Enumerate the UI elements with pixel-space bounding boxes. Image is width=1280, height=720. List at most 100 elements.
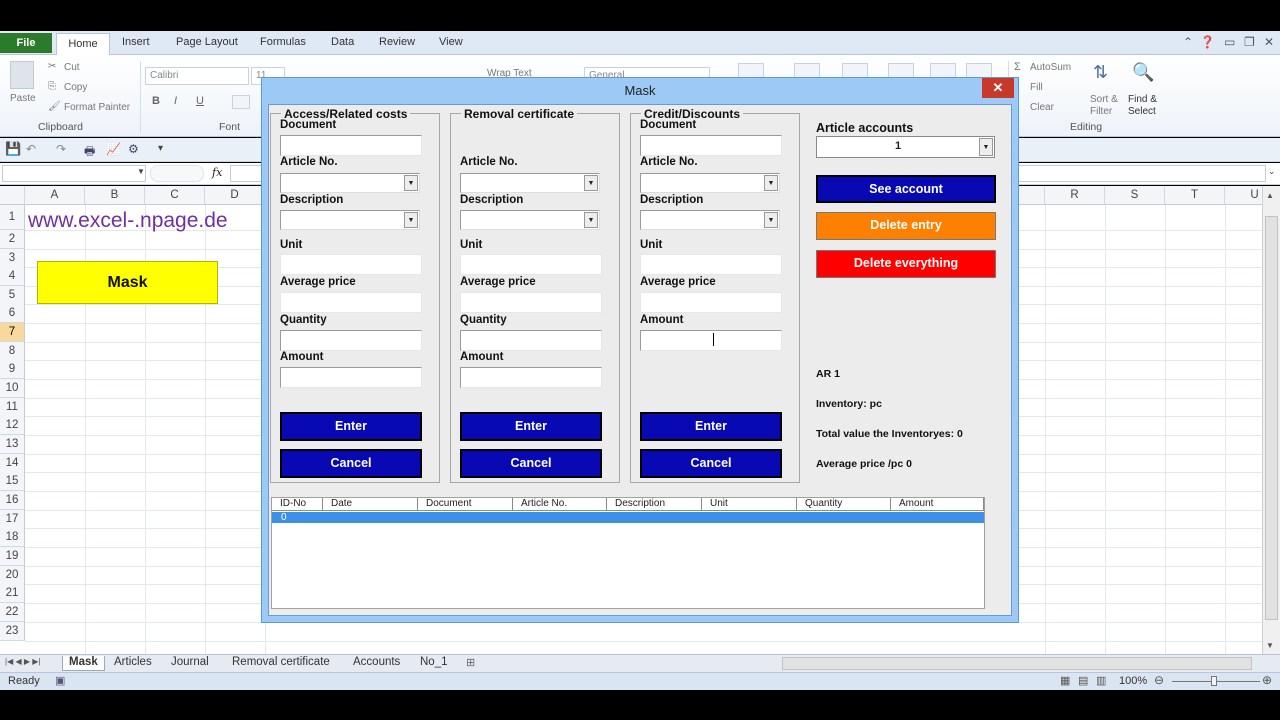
sheet-tab-articles[interactable]: Articles xyxy=(114,656,152,671)
entries-list-view[interactable]: ID-No Date Document Article No. Descript… xyxy=(271,497,985,609)
scrollbar-thumb[interactable] xyxy=(1265,216,1278,620)
name-box[interactable] xyxy=(2,165,146,182)
paste-label[interactable]: Paste xyxy=(10,93,36,104)
row-header[interactable]: 12 xyxy=(0,416,25,435)
sort-filter-button[interactable]: Sort & Filter xyxy=(1090,94,1130,118)
delete-entry-button[interactable]: Delete entry xyxy=(816,212,996,240)
column-header-date[interactable]: Date xyxy=(323,498,418,511)
see-account-button[interactable]: See account xyxy=(816,175,996,203)
expand-formula-bar-icon[interactable]: ⌄ xyxy=(1268,166,1276,177)
cut-button[interactable]: Cut xyxy=(64,62,80,73)
row-header[interactable]: 13 xyxy=(0,435,25,454)
row-header-selected[interactable]: 7 xyxy=(0,323,25,342)
document-field[interactable] xyxy=(280,135,422,156)
customize-qat-icon[interactable]: ▾ xyxy=(158,143,163,154)
row-header[interactable]: 21 xyxy=(0,584,25,603)
tab-insert[interactable]: Insert xyxy=(122,36,150,48)
print-preview-icon[interactable]: 🖶 xyxy=(84,142,95,163)
zoom-in-icon[interactable]: ⊕ xyxy=(1262,673,1272,687)
article-no-combo[interactable]: ▼ xyxy=(280,173,420,193)
row-header[interactable]: 2 xyxy=(0,230,25,249)
find-select-icon[interactable]: 🔍 xyxy=(1132,62,1154,83)
zoom-level[interactable]: 100% xyxy=(1119,675,1147,687)
tab-home[interactable]: Home xyxy=(56,33,110,56)
row-header[interactable]: 1 xyxy=(0,205,25,230)
autosum-button[interactable]: AutoSum xyxy=(1030,62,1071,73)
undo-icon[interactable]: ↶ xyxy=(26,142,36,156)
name-box-dropdown-icon[interactable]: ▼ xyxy=(137,167,145,176)
page-layout-view-icon[interactable]: ▤ xyxy=(1078,674,1088,687)
mask-open-button[interactable]: Mask xyxy=(37,261,218,304)
column-header-amount[interactable]: Amount xyxy=(891,498,984,511)
column-header-document[interactable]: Document xyxy=(418,498,513,511)
website-link-cell[interactable]: www.excel-.npage.de xyxy=(28,209,228,233)
borders-icon[interactable] xyxy=(232,95,250,109)
article-accounts-combo[interactable]: 1 ▼ xyxy=(816,136,995,158)
description-combo[interactable]: ▼ xyxy=(280,210,420,230)
tab-page-layout[interactable]: Page Layout xyxy=(176,36,238,48)
row-header[interactable]: 5 xyxy=(0,286,25,305)
description-combo[interactable]: ▼ xyxy=(460,210,600,230)
document-field[interactable] xyxy=(640,135,782,156)
format-painter-button[interactable]: Format Painter xyxy=(64,102,130,113)
sheet-tab-mask[interactable]: Mask xyxy=(62,656,105,671)
horizontal-scrollbar[interactable] xyxy=(782,657,1252,670)
zoom-slider-thumb[interactable] xyxy=(1211,676,1217,686)
chevron-down-icon[interactable]: ▼ xyxy=(404,212,418,228)
enter-button[interactable]: Enter xyxy=(640,412,782,441)
column-header-s[interactable]: S xyxy=(1105,186,1165,205)
scroll-down-icon[interactable]: ▼ xyxy=(1266,641,1274,650)
find-select-button[interactable]: Find & Select xyxy=(1128,94,1168,118)
italic-button[interactable]: I xyxy=(174,95,177,107)
column-header-a[interactable]: A xyxy=(25,186,85,205)
window-close-icon[interactable]: ✕ xyxy=(1264,35,1274,49)
chevron-down-icon[interactable]: ▼ xyxy=(584,212,598,228)
delete-everything-button[interactable]: Delete everything xyxy=(816,250,996,278)
column-header-unit[interactable]: Unit xyxy=(702,498,797,511)
cancel-button[interactable]: Cancel xyxy=(640,449,782,478)
cancel-button[interactable]: Cancel xyxy=(460,449,602,478)
column-header-r[interactable]: R xyxy=(1045,186,1105,205)
insert-function-button[interactable]: fx xyxy=(212,166,222,179)
row-header[interactable]: 22 xyxy=(0,603,25,622)
row-header[interactable]: 16 xyxy=(0,491,25,510)
fill-button[interactable]: Fill xyxy=(1030,82,1043,93)
chevron-down-icon[interactable]: ▼ xyxy=(979,138,993,156)
column-header-article-no[interactable]: Article No. xyxy=(513,498,607,511)
tab-data[interactable]: Data xyxy=(331,36,354,48)
row-header[interactable]: 23 xyxy=(0,622,25,641)
row-header[interactable]: 19 xyxy=(0,547,25,566)
redo-icon[interactable]: ↷ xyxy=(56,142,66,156)
column-header-description[interactable]: Description xyxy=(607,498,702,511)
format-painter-icon[interactable]: 🖌 xyxy=(48,101,61,112)
macro-icon[interactable]: ⚙ xyxy=(128,142,139,156)
first-sheet-icon[interactable]: |◀ ◀ ▶ ▶| xyxy=(5,657,40,666)
column-header-b[interactable]: B xyxy=(85,186,145,205)
copy-icon[interactable]: ⎘ xyxy=(48,81,56,92)
normal-view-icon[interactable]: ▦ xyxy=(1060,674,1070,687)
column-header-quantity[interactable]: Quantity xyxy=(797,498,891,511)
list-row-selected[interactable]: 0 xyxy=(272,512,984,523)
row-header[interactable]: 9 xyxy=(0,360,25,379)
enter-button[interactable]: Enter xyxy=(280,412,422,441)
chart-icon[interactable]: 📈 xyxy=(106,142,121,156)
window-restore-icon[interactable]: ❐ xyxy=(1244,35,1255,49)
article-no-combo[interactable]: ▼ xyxy=(460,173,600,193)
row-header[interactable]: 18 xyxy=(0,528,25,547)
enter-button[interactable]: Enter xyxy=(460,412,602,441)
macro-record-icon[interactable]: ▣ xyxy=(55,674,65,687)
vertical-scrollbar[interactable]: ▲ ▼ xyxy=(1262,186,1280,654)
sheet-tab-removal-certificate[interactable]: Removal certificate xyxy=(232,656,330,671)
dialog-close-button[interactable]: ✕ xyxy=(982,78,1014,98)
article-no-combo[interactable]: ▼ xyxy=(640,173,780,193)
paste-icon[interactable] xyxy=(10,61,34,89)
quantity-field[interactable] xyxy=(280,330,422,351)
amount-field[interactable] xyxy=(640,330,782,351)
tab-view[interactable]: View xyxy=(439,36,463,48)
column-header-d[interactable]: D xyxy=(205,186,265,205)
chevron-down-icon[interactable]: ▼ xyxy=(404,175,418,191)
page-break-view-icon[interactable]: ▥ xyxy=(1096,674,1106,687)
row-header[interactable]: 15 xyxy=(0,472,25,491)
row-header[interactable]: 4 xyxy=(0,267,25,286)
sheet-tab-accounts[interactable]: Accounts xyxy=(353,656,400,671)
